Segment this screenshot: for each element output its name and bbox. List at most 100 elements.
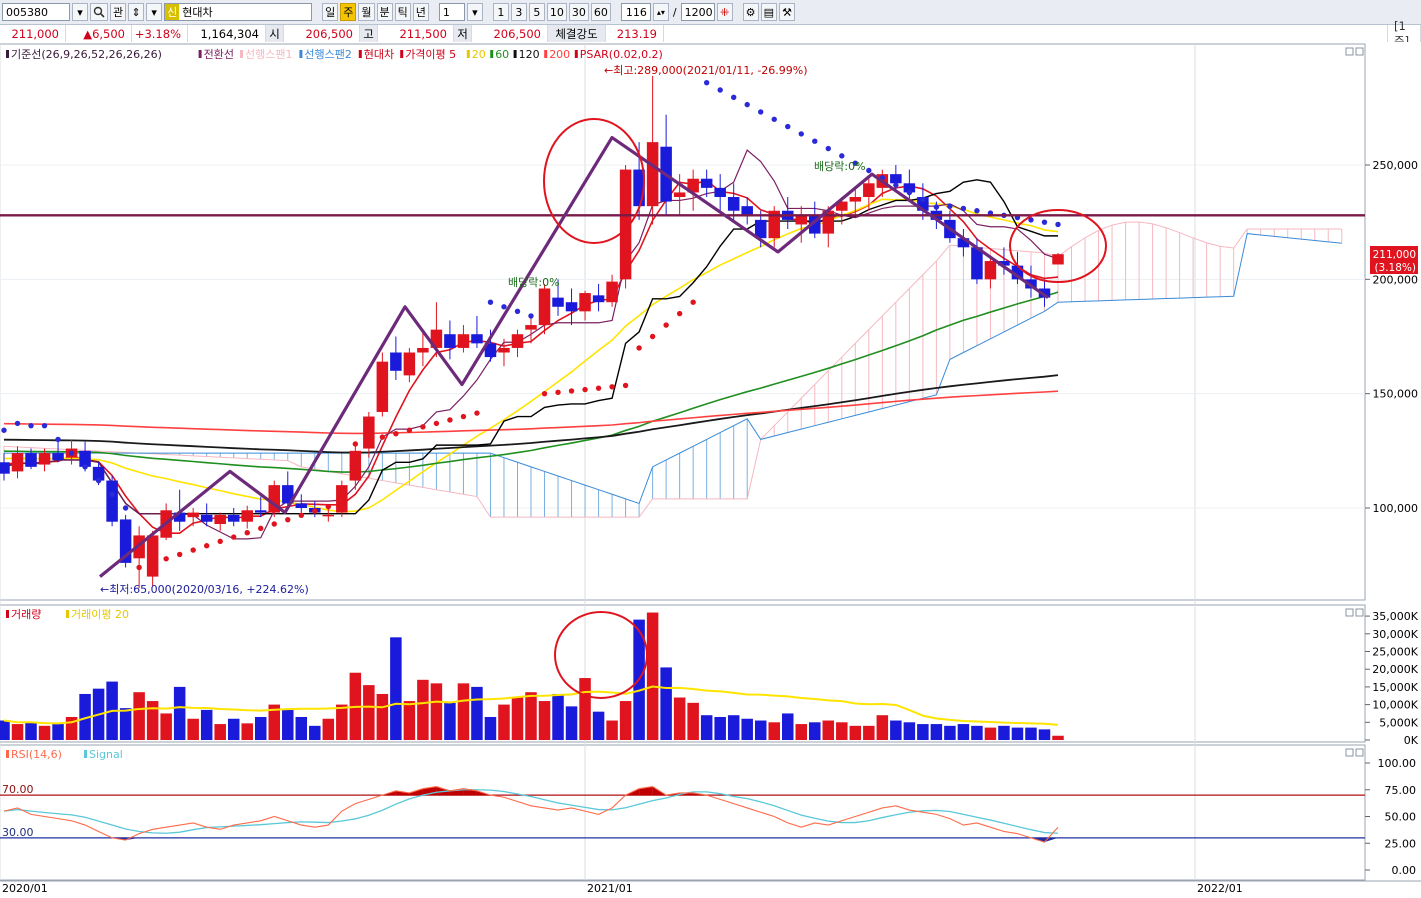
total-count-input[interactable]: 1200	[680, 3, 715, 21]
view-count-input[interactable]: 116	[620, 3, 651, 21]
candle	[336, 480, 348, 518]
period-button-일[interactable]: 일	[322, 3, 339, 21]
candle-body	[25, 453, 37, 467]
psar-dot	[690, 299, 696, 305]
stock-name-field[interactable]: 신 현대차	[164, 3, 313, 21]
slash: /	[672, 5, 677, 19]
candle-body	[363, 416, 375, 449]
legend-item: 거래이평 20	[71, 608, 129, 621]
candle	[268, 480, 281, 518]
volume-bar	[822, 720, 835, 740]
code-input[interactable]: 005380	[2, 3, 70, 21]
psar-dot	[109, 491, 115, 497]
psar-dot	[55, 436, 61, 443]
candle-body	[295, 503, 308, 508]
volume-tick-label: 20,000K	[1372, 663, 1418, 676]
interval-value: 1	[442, 5, 450, 19]
code-dropdown[interactable]: ▾	[72, 3, 88, 21]
volume-bar	[376, 693, 389, 740]
stock-name: 현대차	[182, 6, 213, 19]
table-button[interactable]: ▤	[760, 3, 777, 21]
volume-bar	[849, 725, 862, 740]
legend-swatch	[490, 50, 494, 58]
psar-dot	[231, 534, 237, 540]
x-tick-label: 2020/01	[2, 882, 48, 895]
volume-bar	[200, 709, 213, 740]
rsi-tick-label: 50.00	[1385, 811, 1417, 824]
search-button[interactable]	[90, 3, 108, 21]
view-count-spinner[interactable]: ▴▾	[652, 3, 669, 21]
panel-close-button[interactable]	[1355, 47, 1364, 56]
psar-dot	[960, 205, 967, 212]
count-button-10[interactable]: 10	[546, 3, 567, 21]
settings-button[interactable]: ⚙	[742, 3, 759, 21]
tools-icon: ⚒	[782, 5, 792, 19]
current-price: 211,000	[0, 25, 66, 42]
candle-body	[38, 453, 51, 465]
watch-button[interactable]: 관	[110, 3, 127, 21]
psar-dot	[717, 87, 723, 93]
gear-icon: ⚙	[745, 5, 756, 19]
count-button-30[interactable]: 30	[568, 3, 589, 21]
volume-tick-label: 30,000K	[1372, 628, 1418, 641]
count-button-3[interactable]: 3	[510, 3, 527, 21]
period-button-월[interactable]: 월	[358, 3, 375, 21]
period-button-년[interactable]: 년	[412, 3, 429, 21]
open-value: 206,500	[284, 25, 360, 42]
candle-body	[579, 293, 591, 312]
legend-swatch	[513, 50, 517, 58]
count-button-1[interactable]: 1	[492, 3, 509, 21]
price-tick-label: 150,000	[1373, 388, 1419, 401]
menu-button[interactable]: ▾	[146, 3, 163, 21]
legend-swatch	[6, 610, 9, 618]
panel-close-button[interactable]	[1355, 608, 1364, 617]
psar-dot	[501, 304, 507, 310]
psar-dot	[636, 345, 642, 351]
panel-maximize-button[interactable]	[1345, 47, 1354, 56]
total-count-value: 1200	[684, 5, 713, 19]
period-button-주[interactable]: 주	[340, 3, 357, 21]
candle	[376, 352, 389, 417]
psar-dot	[163, 556, 169, 562]
chart-background	[0, 42, 1421, 898]
tools-button[interactable]: ⚒	[779, 3, 795, 21]
psar-dot	[203, 543, 210, 549]
panel-maximize-button[interactable]	[1345, 608, 1354, 617]
chart-area[interactable]: ←최고:289,000(2021/01/11, -26.99%) ←최저:65,0…	[0, 42, 1421, 898]
apply-button[interactable]: ⁜	[716, 3, 733, 21]
candle-body	[390, 352, 402, 371]
rsi-tick-label: 100.00	[1378, 757, 1417, 770]
interval-dropdown[interactable]: ▾	[466, 3, 483, 21]
psar-dot	[514, 308, 521, 315]
volume-tick-label: 10,000K	[1372, 699, 1418, 712]
candle-body	[241, 510, 253, 522]
volume-bar	[971, 725, 983, 740]
psar-dot	[379, 434, 386, 440]
psar-dot	[622, 382, 629, 389]
legend-item: 현대차	[364, 48, 394, 61]
legend-item: PSAR(0.02,0.2)	[580, 48, 663, 61]
volume-bar	[646, 612, 659, 740]
count-button-60[interactable]: 60	[590, 3, 611, 21]
volume-bar	[282, 709, 294, 740]
period-button-틱[interactable]: 틱	[394, 3, 411, 21]
volume-bar	[133, 692, 145, 740]
panel-close-button[interactable]	[1355, 748, 1364, 757]
volume-tick-label: 35,000K	[1372, 610, 1418, 623]
legend-swatch	[84, 750, 87, 758]
count-button-5[interactable]: 5	[528, 3, 545, 21]
psar-dot	[41, 422, 48, 429]
chevron-down-icon: ▾	[151, 5, 157, 19]
psar-dot	[339, 499, 345, 505]
psar-dot	[595, 385, 602, 391]
volume-value: 1,164,304	[188, 25, 266, 42]
volume-bar	[863, 725, 875, 740]
interval-input[interactable]: 1	[438, 3, 465, 21]
legend-item: 120	[519, 48, 540, 61]
panel-maximize-button[interactable]	[1345, 748, 1354, 757]
dividend-marker-2: 배당락:0%	[814, 160, 866, 173]
period-button-분[interactable]: 분	[376, 3, 393, 21]
volume-bar	[309, 725, 321, 740]
psar-dot	[325, 503, 332, 510]
updown-button[interactable]: ⇕	[128, 3, 145, 21]
